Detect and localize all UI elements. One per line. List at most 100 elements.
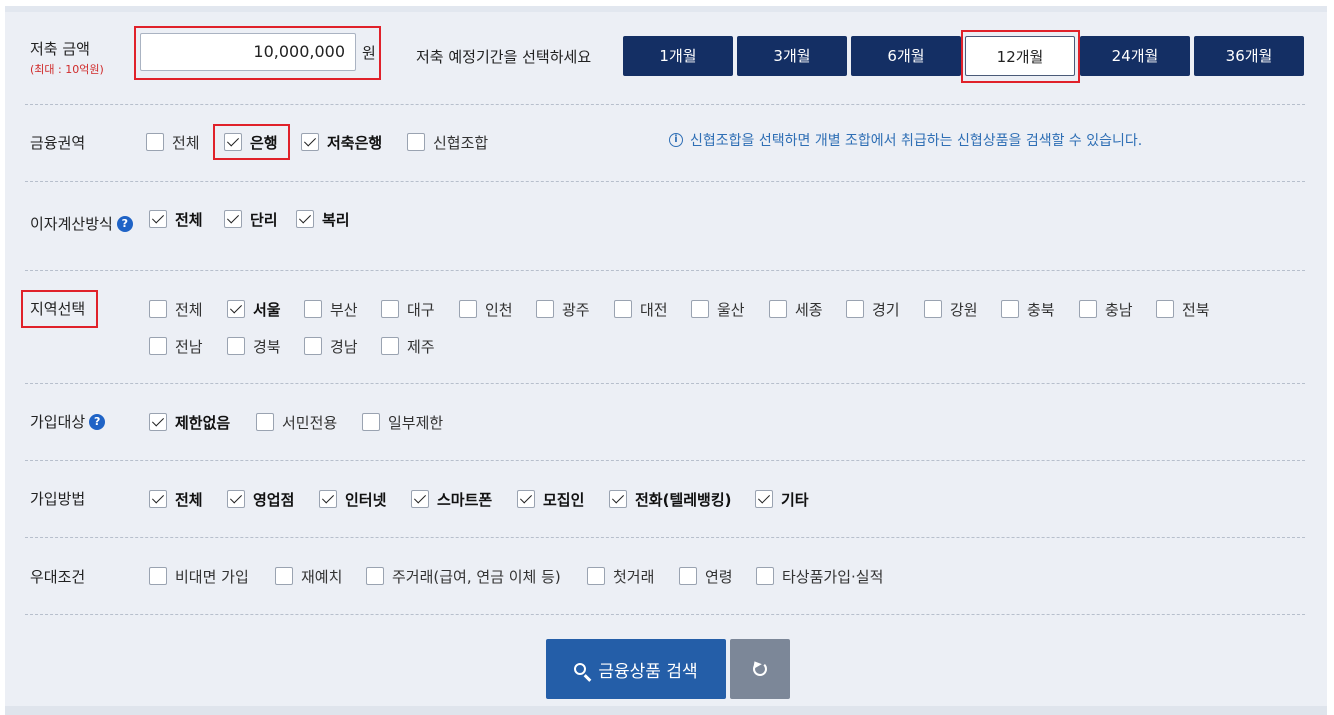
- region-checkbox-ulsan[interactable]: 울산: [691, 298, 745, 320]
- pref-nonface-checkbox[interactable]: 비대면 가입: [149, 565, 249, 587]
- checkbox-box[interactable]: [304, 337, 322, 355]
- interest-all-checkbox[interactable]: 전체: [149, 208, 203, 230]
- region-checkbox-chungnam[interactable]: 충남: [1079, 298, 1133, 320]
- checkbox-box[interactable]: [366, 567, 384, 585]
- sector-all-checkbox[interactable]: 전체: [146, 131, 200, 153]
- checkbox-label: 전체: [172, 133, 200, 152]
- period-3m-button[interactable]: 3개월: [737, 36, 847, 76]
- amount-input[interactable]: 10,000,000: [140, 33, 356, 71]
- target-low-income-checkbox[interactable]: 서민전용: [256, 411, 337, 433]
- target-unrestricted-checkbox[interactable]: 제한없음: [149, 411, 230, 433]
- checkbox-box[interactable]: [381, 337, 399, 355]
- period-36m-button[interactable]: 36개월: [1194, 36, 1304, 76]
- period-24m-button[interactable]: 24개월: [1080, 36, 1190, 76]
- region-checkbox-all[interactable]: 전체: [149, 298, 203, 320]
- checkbox-box[interactable]: [459, 300, 477, 318]
- checkbox-box[interactable]: [362, 413, 380, 431]
- pref-first-transaction-checkbox[interactable]: 첫거래: [587, 565, 654, 587]
- checkbox-box[interactable]: [275, 567, 293, 585]
- period-label: 저축 예정기간을 선택하세요: [416, 48, 592, 66]
- pref-other-product-checkbox[interactable]: 타상품가입·실적: [756, 565, 883, 587]
- method-agent-checkbox[interactable]: 모집인: [517, 488, 584, 510]
- method-other-checkbox[interactable]: 기타: [755, 488, 809, 510]
- region-checkbox-jeonnam[interactable]: 전남: [149, 335, 203, 357]
- region-checkbox-seoul[interactable]: 서울: [227, 298, 281, 320]
- region-checkbox-busan[interactable]: 부산: [304, 298, 358, 320]
- checkbox-box[interactable]: [407, 133, 425, 151]
- region-checkbox-gangwon[interactable]: 강원: [924, 298, 978, 320]
- region-checkbox-sejong[interactable]: 세종: [769, 298, 823, 320]
- checkbox-box[interactable]: [411, 490, 429, 508]
- pref-redeposit-checkbox[interactable]: 재예치: [275, 565, 342, 587]
- region-checkbox-jeju[interactable]: 제주: [381, 335, 435, 357]
- checkbox-box[interactable]: [304, 300, 322, 318]
- checkbox-box[interactable]: [679, 567, 697, 585]
- checkbox-box[interactable]: [756, 567, 774, 585]
- checkbox-box[interactable]: [224, 133, 242, 151]
- period-1m-button[interactable]: 1개월: [623, 36, 733, 76]
- pref-age-checkbox[interactable]: 연령: [679, 565, 733, 587]
- period-12m-button[interactable]: 12개월: [965, 36, 1075, 76]
- checkbox-box[interactable]: [227, 490, 245, 508]
- region-checkbox-daejeon[interactable]: 대전: [614, 298, 668, 320]
- method-branch-checkbox[interactable]: 영업점: [227, 488, 294, 510]
- checkbox-box[interactable]: [587, 567, 605, 585]
- checkbox-label: 충남: [1105, 300, 1133, 319]
- interest-simple-checkbox[interactable]: 단리: [224, 208, 278, 230]
- checkbox-box[interactable]: [296, 210, 314, 228]
- checkbox-box[interactable]: [227, 337, 245, 355]
- method-phone-checkbox[interactable]: 전화(텔레뱅킹): [609, 488, 732, 510]
- divider: [25, 181, 1305, 182]
- checkbox-box[interactable]: [149, 300, 167, 318]
- checkbox-box[interactable]: [381, 300, 399, 318]
- checkbox-box[interactable]: [149, 567, 167, 585]
- region-checkbox-gyeongbuk[interactable]: 경북: [227, 335, 281, 357]
- checkbox-label: 스마트폰: [437, 490, 493, 509]
- period-6m-button[interactable]: 6개월: [851, 36, 961, 76]
- checkbox-box[interactable]: [1156, 300, 1174, 318]
- checkbox-box[interactable]: [924, 300, 942, 318]
- checkbox-box[interactable]: [149, 490, 167, 508]
- checkbox-box[interactable]: [256, 413, 274, 431]
- checkbox-box[interactable]: [149, 413, 167, 431]
- region-checkbox-daegu[interactable]: 대구: [381, 298, 435, 320]
- region-checkbox-jeonbuk[interactable]: 전북: [1156, 298, 1210, 320]
- region-checkbox-gyeonggi[interactable]: 경기: [846, 298, 900, 320]
- interest-compound-checkbox[interactable]: 복리: [296, 208, 350, 230]
- reset-button[interactable]: [730, 639, 790, 699]
- checkbox-box[interactable]: [517, 490, 535, 508]
- sector-bank-checkbox[interactable]: 은행: [224, 131, 278, 153]
- checkbox-label: 전체: [175, 490, 203, 509]
- checkbox-box[interactable]: [146, 133, 164, 151]
- checkbox-box[interactable]: [614, 300, 632, 318]
- checkbox-box[interactable]: [149, 337, 167, 355]
- method-smartphone-checkbox[interactable]: 스마트폰: [411, 488, 492, 510]
- region-checkbox-gwangju[interactable]: 광주: [536, 298, 590, 320]
- checkbox-box[interactable]: [224, 210, 242, 228]
- search-button[interactable]: 금융상품 검색: [546, 639, 726, 699]
- method-internet-checkbox[interactable]: 인터넷: [319, 488, 386, 510]
- checkbox-box[interactable]: [755, 490, 773, 508]
- checkbox-box[interactable]: [846, 300, 864, 318]
- method-all-checkbox[interactable]: 전체: [149, 488, 203, 510]
- checkbox-box[interactable]: [319, 490, 337, 508]
- checkbox-box[interactable]: [769, 300, 787, 318]
- checkbox-box[interactable]: [301, 133, 319, 151]
- checkbox-box[interactable]: [1079, 300, 1097, 318]
- sector-savings-bank-checkbox[interactable]: 저축은행: [301, 131, 382, 153]
- region-checkbox-gyeongnam[interactable]: 경남: [304, 335, 358, 357]
- checkbox-label: 경기: [872, 300, 900, 319]
- help-icon[interactable]: ?: [89, 414, 106, 430]
- checkbox-box[interactable]: [609, 490, 627, 508]
- checkbox-box[interactable]: [149, 210, 167, 228]
- region-checkbox-incheon[interactable]: 인천: [459, 298, 513, 320]
- checkbox-box[interactable]: [536, 300, 554, 318]
- checkbox-box[interactable]: [691, 300, 709, 318]
- target-partial-checkbox[interactable]: 일부제한: [362, 411, 443, 433]
- pref-main-transaction-checkbox[interactable]: 주거래(급여, 연금 이체 등): [366, 565, 561, 587]
- checkbox-box[interactable]: [1001, 300, 1019, 318]
- sector-credit-union-checkbox[interactable]: 신협조합: [407, 131, 488, 153]
- checkbox-box[interactable]: [227, 300, 245, 318]
- help-icon[interactable]: ?: [116, 216, 133, 232]
- region-checkbox-chungbuk[interactable]: 충북: [1001, 298, 1055, 320]
